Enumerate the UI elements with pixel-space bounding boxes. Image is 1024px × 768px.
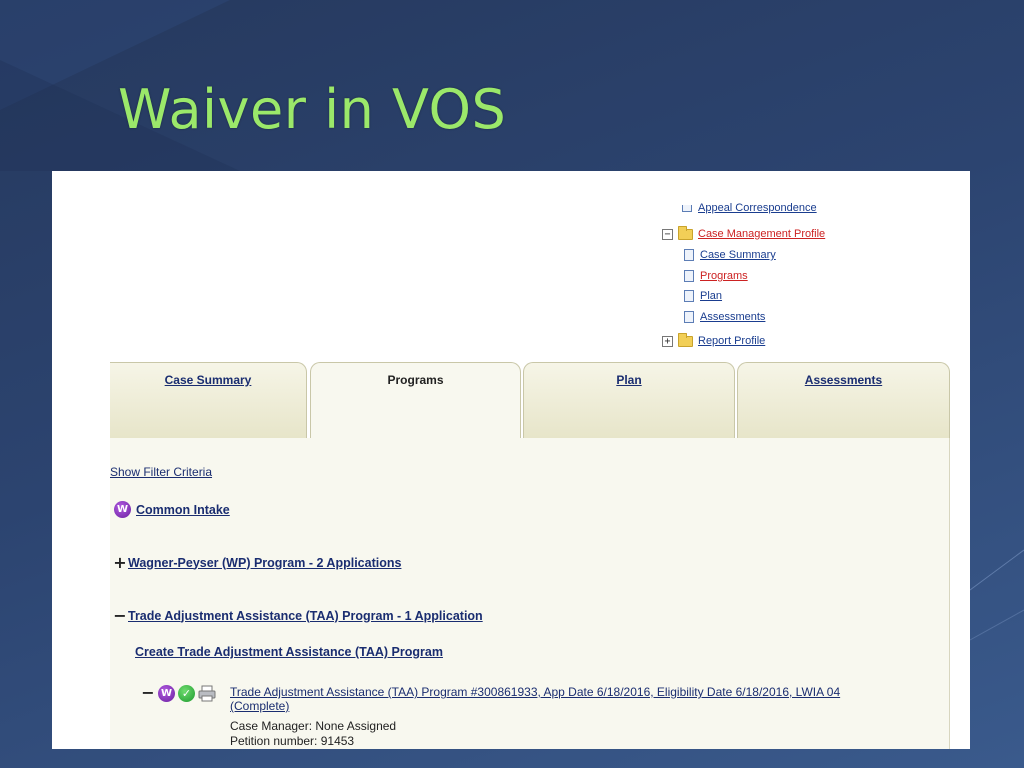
taa-program-row: − Trade Adjustment Assistance (TAA) Prog… (113, 606, 483, 625)
tab-assessments-label[interactable]: Assessments (805, 373, 882, 387)
folder-icon (678, 225, 693, 240)
tree-link-appeal-correspondence[interactable]: Appeal Correspondence (698, 202, 817, 214)
document-icon (684, 249, 694, 261)
expand-toggle-icon[interactable]: + (662, 335, 673, 347)
collapse-toggle-icon[interactable]: − (662, 228, 673, 240)
tab-programs-label: Programs (387, 373, 444, 387)
tree-item-plan[interactable]: Plan (684, 287, 722, 305)
document-icon (684, 311, 694, 323)
tree-item-assessments[interactable]: Assessments (684, 308, 765, 326)
complete-check-icon: ✓ (178, 685, 195, 702)
case-manager-text: Case Manager: None Assigned (230, 719, 397, 733)
tree-link-plan[interactable]: Plan (700, 290, 722, 302)
tree-link-report-profile[interactable]: Report Profile (698, 335, 765, 347)
tab-plan-label[interactable]: Plan (616, 373, 641, 387)
collapse-toggle-icon[interactable]: − (113, 606, 127, 625)
tab-bar: Case Summary Programs Plan Assessments (110, 362, 950, 438)
common-intake-row: W Common Intake (114, 501, 230, 518)
tab-programs[interactable]: Programs (310, 362, 521, 438)
tree-link-case-management-profile[interactable]: Case Management Profile (698, 228, 825, 240)
document-icon (684, 290, 694, 302)
tab-case-summary[interactable]: Case Summary (110, 362, 307, 438)
taa-record-link[interactable]: Trade Adjustment Assistance (TAA) Progra… (230, 685, 840, 699)
tab-assessments[interactable]: Assessments (737, 362, 950, 438)
document-icon (684, 270, 694, 282)
wagner-peyser-row: + Wagner-Peyser (WP) Program - 2 Applica… (113, 553, 401, 572)
show-filter-criteria-link[interactable]: Show Filter Criteria (110, 465, 212, 479)
taa-record-row: − W ✓ Trade Adjustment Assistance (TAA) … (141, 683, 840, 748)
tree-link-programs[interactable]: Programs (700, 270, 748, 282)
create-taa-program-link[interactable]: Create Trade Adjustment Assistance (TAA)… (135, 645, 443, 659)
tree-item-case-summary[interactable]: Case Summary (684, 246, 776, 264)
create-taa-row: Create Trade Adjustment Assistance (TAA)… (135, 645, 443, 659)
tree-link-case-summary[interactable]: Case Summary (700, 249, 776, 261)
tree-item-appeal-correspondence[interactable]: Appeal Correspondence (682, 199, 817, 217)
folder-icon (678, 332, 693, 347)
tab-case-summary-label[interactable]: Case Summary (165, 373, 252, 387)
wagner-peyser-link[interactable]: Wagner-Peyser (WP) Program - 2 Applicati… (128, 556, 401, 570)
taa-program-link[interactable]: Trade Adjustment Assistance (TAA) Progra… (128, 609, 483, 623)
document-icon (682, 204, 692, 212)
common-intake-link[interactable]: Common Intake (136, 503, 230, 517)
waiver-badge-icon: W (158, 685, 175, 702)
tree-item-case-management-profile[interactable]: − Case Management Profile (662, 225, 825, 243)
tree-item-report-profile[interactable]: + Report Profile (662, 332, 765, 350)
waiver-badge-icon: W (114, 501, 131, 518)
taa-record-status-link[interactable]: (Complete) (230, 699, 840, 713)
tree-item-programs[interactable]: Programs (684, 267, 748, 285)
collapse-toggle-icon[interactable]: − (141, 683, 155, 702)
tree-link-assessments[interactable]: Assessments (700, 311, 765, 323)
printer-icon[interactable] (198, 685, 216, 702)
petition-number-text: Petition number: 91453 (230, 734, 355, 748)
tab-plan[interactable]: Plan (523, 362, 735, 438)
taa-record-details: Trade Adjustment Assistance (TAA) Progra… (230, 685, 840, 748)
expand-toggle-icon[interactable]: + (113, 553, 127, 572)
slide-title: Waiver in VOS (118, 78, 507, 141)
vos-screenshot: Appeal Correspondence − Case Management … (52, 171, 970, 749)
